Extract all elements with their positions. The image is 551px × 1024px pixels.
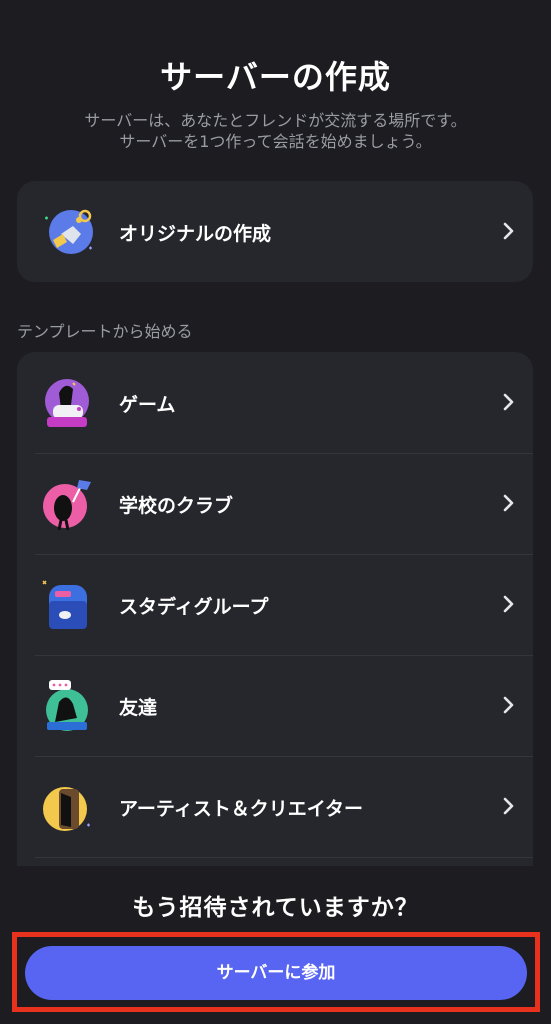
already-invited-text: もう招待されていますか？: [132, 895, 419, 921]
page-title: サーバーの作成: [160, 58, 391, 96]
templates-section-label: テンプレートから始める: [17, 322, 193, 341]
chevron-right-icon: [503, 494, 514, 512]
subtitle-line-2: サーバーを1つ作って会話を始めましょう。: [119, 132, 432, 151]
chevron-right-icon: [503, 696, 514, 714]
study-group-icon: [42, 580, 87, 629]
template-label-artists-creators: アーティスト＆クリエイター: [119, 798, 363, 820]
template-row-gaming[interactable]: ゲーム: [17, 352, 533, 453]
school-club-icon: [43, 480, 91, 531]
template-row-study-group[interactable]: スタディグループ: [17, 554, 533, 655]
friends-icon: [46, 680, 88, 731]
template-label-school-club: 学校のクラブ: [119, 495, 234, 517]
template-row-partial: [17, 857, 533, 866]
artists-creators-icon: [43, 787, 90, 831]
page-subtitle: サーバーは、あなたとフレンドが交流する場所です。 サーバーを1つ作って会話を始め…: [0, 110, 551, 152]
template-row-friends[interactable]: 友達: [17, 655, 533, 756]
join-server-button[interactable]: サーバーに参加: [25, 946, 527, 1000]
create-original-card[interactable]: オリジナルの作成: [17, 181, 533, 282]
subtitle-line-1: サーバーは、あなたとフレンドが交流する場所です。: [84, 111, 467, 130]
original-server-icon: [45, 209, 93, 254]
chevron-right-icon: [503, 393, 514, 411]
chevron-right-icon: [503, 595, 514, 613]
template-label-study-group: スタディグループ: [119, 596, 269, 618]
gaming-icon: [45, 379, 89, 427]
create-original-row[interactable]: オリジナルの作成: [17, 181, 533, 282]
chevron-right-icon: [503, 222, 514, 240]
template-row-artists-creators[interactable]: アーティスト＆クリエイター: [17, 756, 533, 857]
template-label-gaming: ゲーム: [119, 394, 176, 416]
templates-card: ゲーム 学校のクラブ スタディグループ 友達 アーティスト＆クリエイター: [17, 352, 533, 866]
template-row-school-club[interactable]: 学校のクラブ: [17, 453, 533, 554]
template-label-friends: 友達: [119, 697, 158, 719]
chevron-right-icon: [503, 797, 514, 815]
create-original-label: オリジナルの作成: [119, 223, 272, 245]
